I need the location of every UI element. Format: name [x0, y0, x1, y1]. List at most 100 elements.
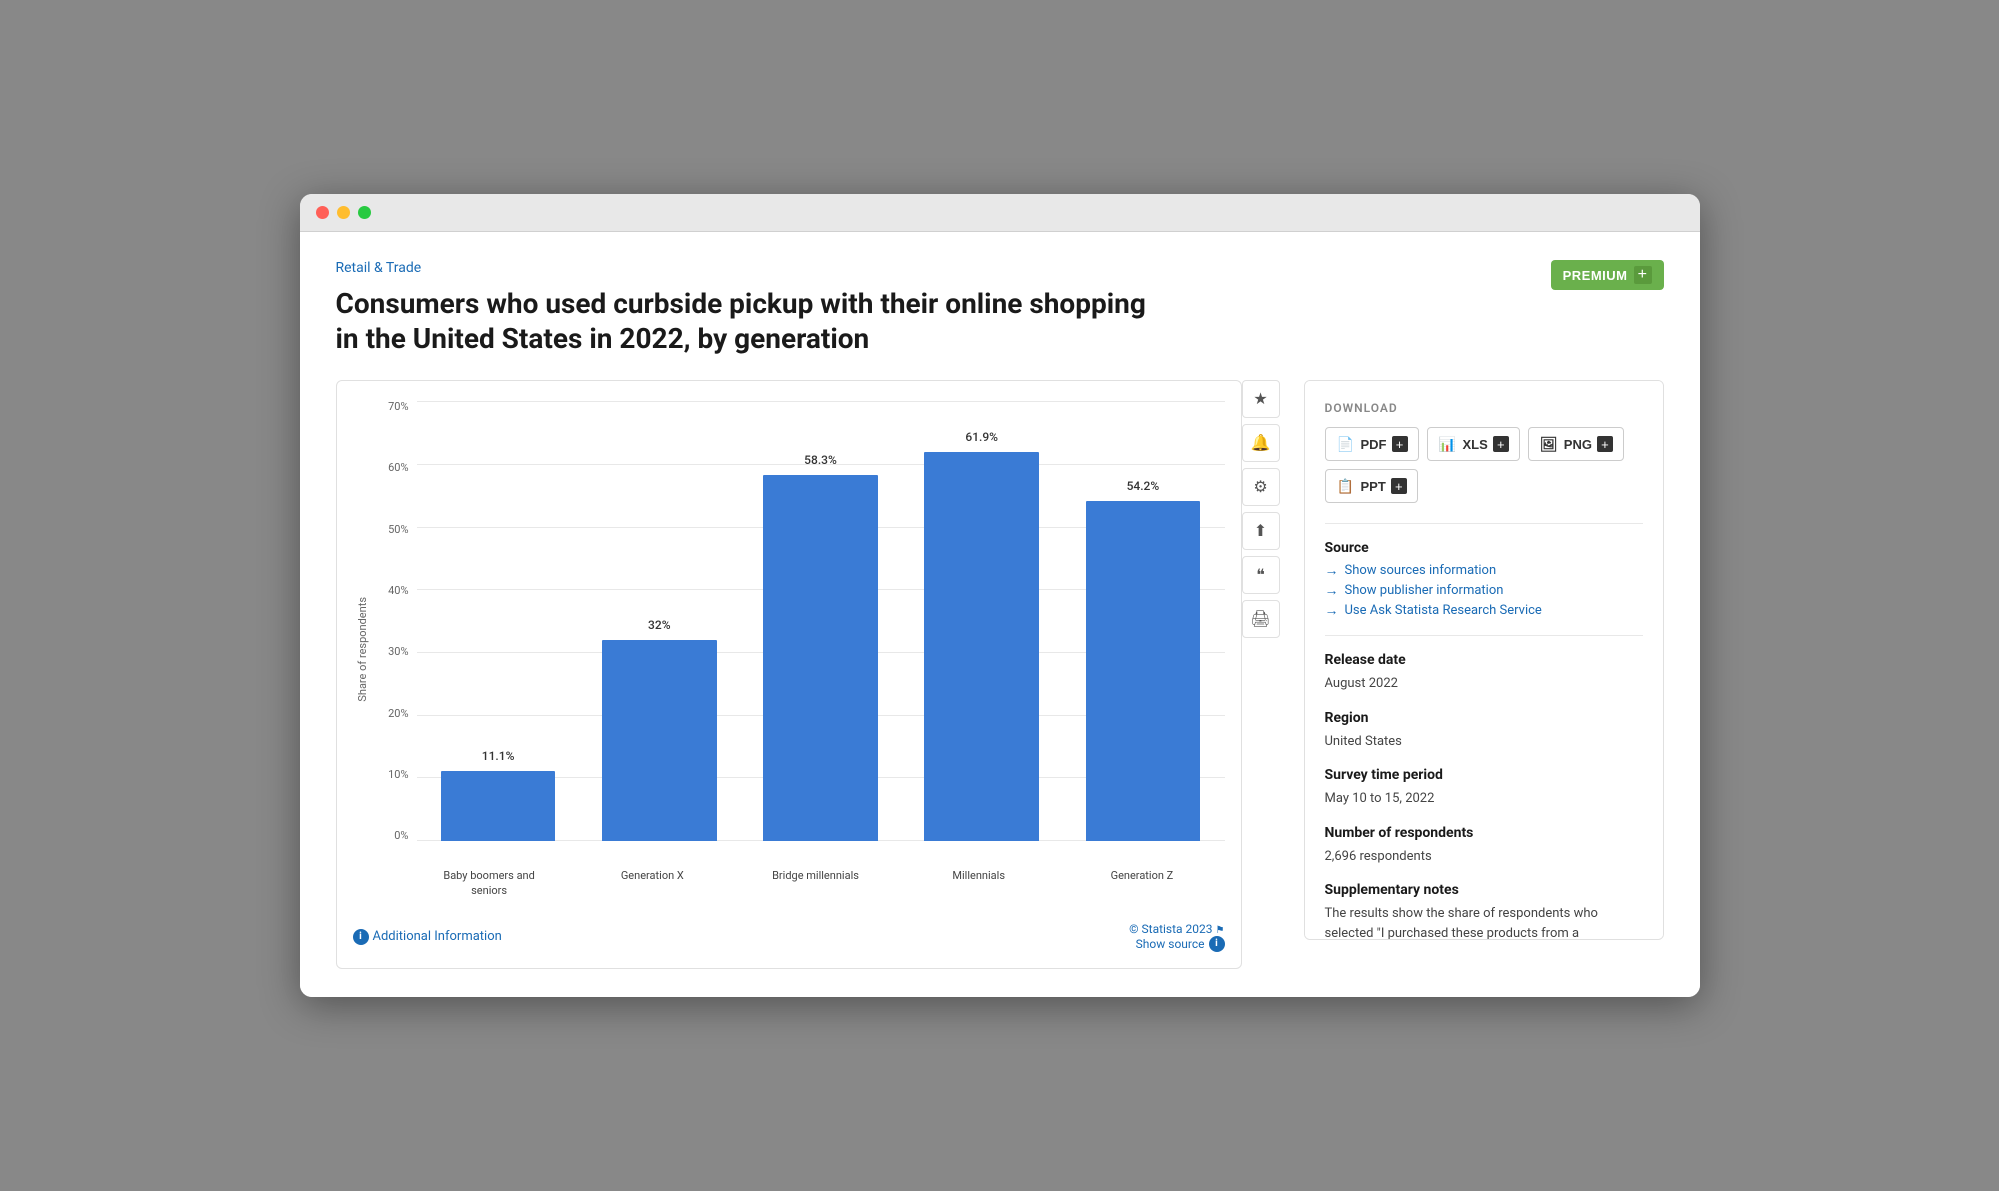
bar-value-label: 58.3% — [804, 453, 837, 467]
chart-rows: 0%10%20%30%40%50%60%70% 11.1%32%58.3%61.… — [373, 401, 1225, 861]
download-xls-button[interactable]: 📊 XLS + — [1427, 427, 1520, 461]
bar-group: 11.1% — [427, 401, 570, 841]
premium-button[interactable]: PREMIUM + — [1551, 260, 1664, 290]
notes-label: Supplementary notes — [1325, 882, 1643, 898]
info-icon: i — [353, 929, 369, 945]
source-section: Source → Show sources information → Show pu… — [1325, 540, 1643, 619]
download-label: PDF — [1361, 437, 1387, 452]
y-axis-label: 70% — [373, 401, 409, 412]
close-dot[interactable] — [316, 206, 329, 219]
bar-group: 61.9% — [910, 401, 1053, 841]
bar-value-label: 54.2% — [1127, 479, 1160, 493]
download-label: PPT — [1361, 479, 1386, 494]
page-title: Consumers who used curbside pickup with … — [336, 286, 1156, 356]
download-ppt-button[interactable]: 📋PPT+ — [1325, 469, 1418, 503]
bar[interactable]: 58.3% — [763, 475, 878, 841]
arrow-icon: → — [1325, 602, 1339, 619]
download-label: XLS — [1463, 437, 1488, 452]
maximize-dot[interactable] — [358, 206, 371, 219]
chart-section: Share of respondents 0%10%20%30%40%50%60… — [336, 380, 1280, 969]
bar[interactable]: 61.9% — [924, 452, 1039, 841]
notes-section: Supplementary notes The results show the… — [1325, 882, 1643, 940]
page-content: PREMIUM + Retail & Trade Consumers who u… — [300, 232, 1700, 997]
pdf-icon: 📄 — [1336, 434, 1356, 454]
survey-period-section: Survey time period May 10 to 15, 2022 — [1325, 767, 1643, 809]
main-layout: Share of respondents 0%10%20%30%40%50%60… — [336, 380, 1664, 969]
arrow-icon: → — [1325, 562, 1339, 579]
settings-toolbar-button[interactable]: ⚙ — [1242, 468, 1280, 506]
bar-value-label: 11.1% — [482, 749, 515, 763]
bell-toolbar-button[interactable]: 🔔 — [1242, 424, 1280, 462]
download-plus-icon: + — [1391, 478, 1407, 494]
bar-group: 32% — [588, 401, 731, 841]
bars-area: 11.1% 32% 58.3% 61.9% 54.2% — [417, 401, 1225, 861]
release-date-label: Release date — [1325, 652, 1643, 668]
additional-info-label: Additional Information — [373, 929, 502, 944]
y-axis-label: 30% — [373, 646, 409, 657]
bar-value-label: 32% — [648, 618, 670, 632]
source-label: Source — [1325, 540, 1643, 556]
share-toolbar-button[interactable]: ⬆ — [1242, 512, 1280, 550]
survey-period-label: Survey time period — [1325, 767, 1643, 783]
region-section: Region United States — [1325, 710, 1643, 752]
x-axis-label: Bridge millennials — [743, 869, 888, 898]
flag-icon: ⚑ — [1216, 925, 1225, 936]
source-info-icon: i — [1209, 936, 1225, 952]
source-link-label: Show publisher information — [1345, 583, 1504, 598]
y-axis-label: 20% — [373, 708, 409, 719]
arrow-icon: → — [1325, 582, 1339, 599]
respondents-section: Number of respondents 2,696 respondents — [1325, 825, 1643, 867]
statista-credit[interactable]: © Statista 2023 ⚑ — [1129, 922, 1224, 936]
download-png-button[interactable]: 🖼PNG+ — [1528, 427, 1624, 461]
xls-icon: 📊 — [1438, 434, 1458, 454]
x-labels: Baby boomers andseniorsGeneration XBridg… — [373, 861, 1225, 898]
print-toolbar-button[interactable]: 🖨 — [1242, 600, 1280, 638]
x-axis-label: Generation X — [580, 869, 725, 898]
right-panel: DOWNLOAD 📄PDF+📊XLS+🖼PNG+📋PPT+ Source →Sh… — [1304, 380, 1664, 940]
png-icon: 🖼 — [1539, 434, 1559, 454]
source-link-label: Use Ask Statista Research Service — [1345, 603, 1542, 618]
quote-toolbar-button[interactable]: ❝ — [1242, 556, 1280, 594]
bar-value-label: 61.9% — [965, 430, 998, 444]
show-source-link[interactable]: Show source i — [1129, 936, 1224, 952]
download-plus-icon: + — [1392, 436, 1408, 452]
release-date-value: August 2022 — [1325, 674, 1643, 694]
chart-right-footer: © Statista 2023 ⚑ Show source i — [1129, 922, 1224, 952]
divider-1 — [1325, 523, 1643, 524]
browser-window: PREMIUM + Retail & Trade Consumers who u… — [300, 194, 1700, 997]
y-axis-label: 40% — [373, 585, 409, 596]
minimize-dot[interactable] — [337, 206, 350, 219]
notes-value: The results show the share of respondent… — [1325, 904, 1643, 940]
source-link[interactable]: → Show publisher information — [1325, 582, 1643, 599]
premium-plus-icon: + — [1634, 266, 1652, 284]
respondents-value: 2,696 respondents — [1325, 847, 1643, 867]
bars-wrapper: 11.1% 32% 58.3% 61.9% 54.2% — [417, 401, 1225, 841]
additional-info-link[interactable]: i Additional Information — [353, 929, 502, 945]
source-links: → Show sources information → Show publisher… — [1325, 562, 1643, 619]
download-title: DOWNLOAD — [1325, 401, 1643, 415]
source-link[interactable]: → Use Ask Statista Research Service — [1325, 602, 1643, 619]
chart-container: Share of respondents 0%10%20%30%40%50%60… — [336, 380, 1242, 969]
source-link-label: Show sources information — [1345, 563, 1497, 578]
side-toolbar: ★ 🔔 ⚙ ⬆ ❝ 🖨 — [1242, 380, 1280, 969]
release-date-section: Release date August 2022 — [1325, 652, 1643, 694]
survey-period-value: May 10 to 15, 2022 — [1325, 789, 1643, 809]
download-pdf-button[interactable]: 📄 PDF + — [1325, 427, 1419, 461]
y-axis-label: 10% — [373, 769, 409, 780]
divider-2 — [1325, 635, 1643, 636]
bar[interactable]: 54.2% — [1086, 501, 1201, 842]
x-axis-label: Generation Z — [1069, 869, 1214, 898]
star-toolbar-button[interactable]: ★ — [1242, 380, 1280, 418]
download-plus-icon: + — [1493, 436, 1509, 452]
y-axis-label: 0% — [373, 830, 409, 841]
download-plus-icon: + — [1597, 436, 1613, 452]
bar[interactable]: 11.1% — [441, 771, 556, 841]
download-buttons: 📄PDF+📊XLS+🖼PNG+📋PPT+ — [1325, 427, 1643, 503]
y-axis-label: 60% — [373, 462, 409, 473]
titlebar — [300, 194, 1700, 232]
y-axis-title: Share of respondents — [356, 597, 369, 702]
bar-group: 58.3% — [749, 401, 892, 841]
breadcrumb[interactable]: Retail & Trade — [336, 260, 1664, 276]
source-link[interactable]: → Show sources information — [1325, 562, 1643, 579]
bar[interactable]: 32% — [602, 640, 717, 841]
